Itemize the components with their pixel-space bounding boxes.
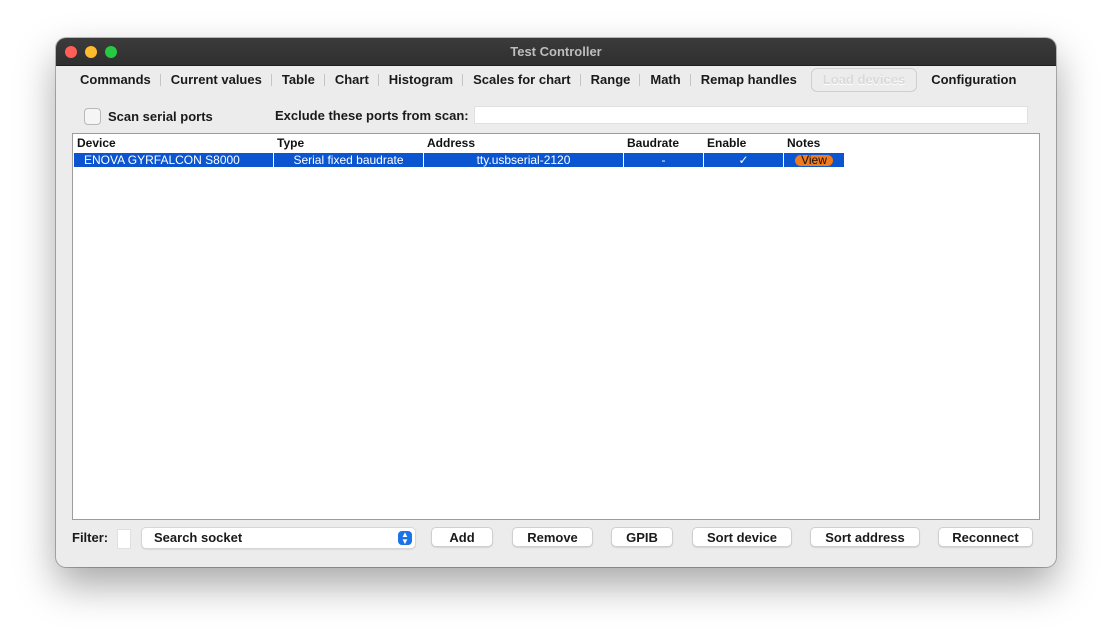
tab-current-values[interactable]: Current values xyxy=(161,69,272,91)
add-button[interactable]: Add xyxy=(431,527,493,547)
tab-histogram[interactable]: Histogram xyxy=(379,69,464,91)
sort-device-button[interactable]: Sort device xyxy=(692,527,792,547)
tab-scales-for-chart[interactable]: Scales for chart xyxy=(463,69,581,91)
scan-serial-ports-label: Scan serial ports xyxy=(108,108,213,124)
column-header-device[interactable]: Device xyxy=(73,134,273,153)
baudrate-cell[interactable]: - xyxy=(624,153,704,167)
select-arrows-icon: ▲ ▼ xyxy=(398,531,412,546)
table-row[interactable]: ENOVA GYRFALCON S8000 Serial fixed baudr… xyxy=(74,153,844,167)
socket-select-value: Search socket xyxy=(154,530,243,545)
type-cell[interactable]: Serial fixed baudrate xyxy=(274,153,424,167)
socket-select[interactable]: Search socket ▲ ▼ xyxy=(141,527,416,549)
column-header-enable[interactable]: Enable xyxy=(703,134,783,153)
filter-input[interactable] xyxy=(117,529,131,549)
column-header-address[interactable]: Address xyxy=(423,134,623,153)
address-cell[interactable]: tty.usbserial-2120 xyxy=(424,153,624,167)
notes-cell: View xyxy=(784,153,844,167)
tab-remap-handles[interactable]: Remap handles xyxy=(691,69,807,91)
tab-range[interactable]: Range xyxy=(581,69,641,91)
tab-commands[interactable]: Commands xyxy=(70,69,161,91)
device-cell[interactable]: ENOVA GYRFALCON S8000 xyxy=(74,153,274,167)
tab-table[interactable]: Table xyxy=(272,69,325,91)
enable-cell[interactable]: ✓ xyxy=(704,153,784,167)
column-header-baudrate[interactable]: Baudrate xyxy=(623,134,703,153)
table-header: Device Type Address Baudrate Enable Note… xyxy=(73,134,1039,152)
tab-chart[interactable]: Chart xyxy=(325,69,379,91)
remove-button[interactable]: Remove xyxy=(512,527,593,547)
sort-address-button[interactable]: Sort address xyxy=(810,527,920,547)
column-header-notes[interactable]: Notes xyxy=(783,134,863,153)
bottom-toolbar: Filter: Search socket ▲ ▼ Add Remove GPIB… xyxy=(72,526,1038,550)
view-notes-button[interactable]: View xyxy=(795,154,833,166)
enable-checkmark-icon[interactable]: ✓ xyxy=(738,153,748,167)
filter-label: Filter: xyxy=(72,530,109,545)
window-title: Test Controller xyxy=(510,44,602,59)
reconnect-button[interactable]: Reconnect xyxy=(938,527,1033,547)
scan-serial-ports-checkbox[interactable] xyxy=(84,107,101,125)
column-header-type[interactable]: Type xyxy=(273,134,423,153)
tab-configuration[interactable]: Configuration xyxy=(921,69,1026,91)
exclude-ports-label: Exclude these ports from scan: xyxy=(275,108,469,123)
tab-math[interactable]: Math xyxy=(640,69,692,91)
scan-serial-ports-row: Scan serial ports xyxy=(84,106,213,126)
app-window: Test Controller Commands Current values … xyxy=(56,38,1056,567)
devices-table: Device Type Address Baudrate Enable Note… xyxy=(72,133,1040,520)
gpib-button[interactable]: GPIB xyxy=(611,527,673,547)
tab-load-devices[interactable]: Load devices xyxy=(810,68,918,92)
tab-bar: Commands Current values Table Chart Hist… xyxy=(70,68,1042,92)
title-bar: Test Controller xyxy=(56,38,1056,66)
exclude-ports-input[interactable] xyxy=(474,106,1028,124)
